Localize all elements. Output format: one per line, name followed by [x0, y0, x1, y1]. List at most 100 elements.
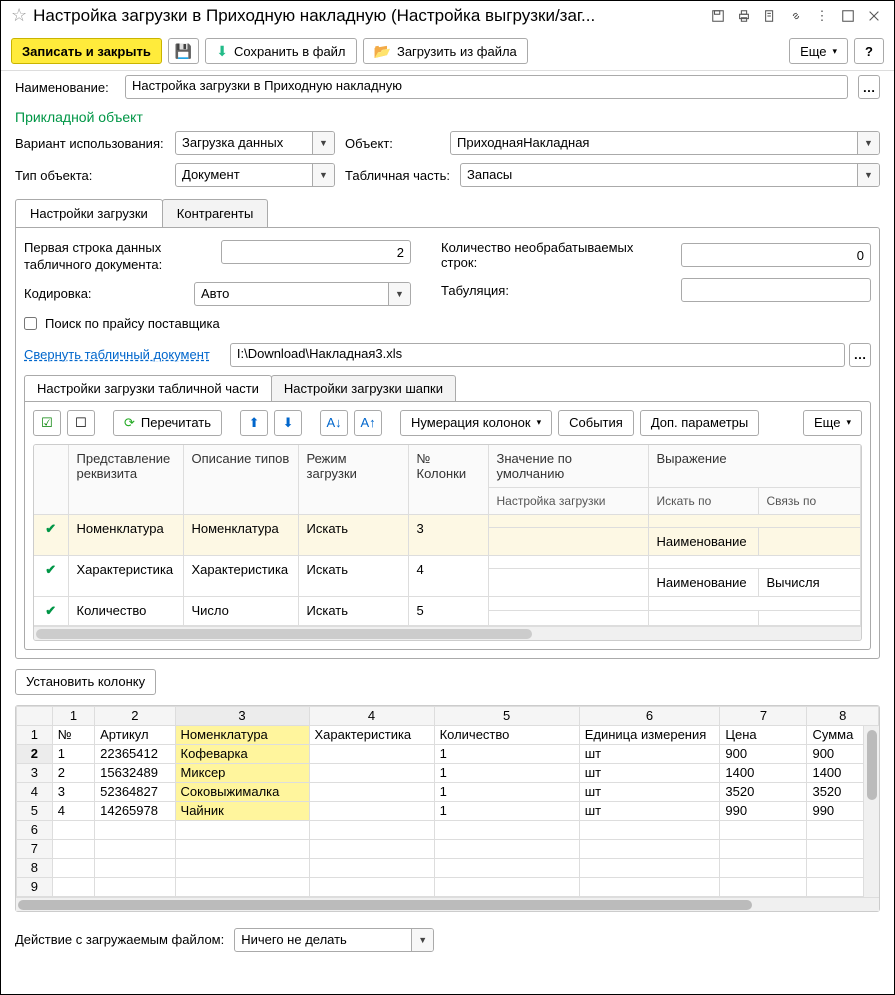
cell-type[interactable]: Характеристика: [183, 555, 298, 596]
sheet-cell[interactable]: 14265978: [95, 801, 175, 820]
cell-colnum[interactable]: 3: [408, 514, 488, 555]
sheet-cell[interactable]: 2: [52, 763, 94, 782]
cell-colnum[interactable]: 4: [408, 555, 488, 596]
sheet-cell[interactable]: Миксер: [175, 763, 309, 782]
more-button[interactable]: Еще ▾: [789, 38, 848, 64]
sheet-row-header[interactable]: 2: [17, 744, 53, 763]
sheet-cell[interactable]: Кофеварка: [175, 744, 309, 763]
file-path-input[interactable]: I:\Download\Накладная3.xls: [230, 343, 845, 367]
row-checkbox[interactable]: ✔: [34, 514, 68, 555]
sheet-cell[interactable]: 900: [720, 744, 807, 763]
save-to-file-button[interactable]: ⬇Сохранить в файл: [205, 38, 356, 64]
sheet-cell[interactable]: шт: [579, 744, 720, 763]
search-price-checkbox[interactable]: [24, 317, 37, 330]
chevron-down-icon[interactable]: ▼: [857, 164, 879, 186]
chevron-down-icon[interactable]: ▼: [411, 929, 433, 951]
sheet-cell[interactable]: [434, 839, 579, 858]
row-checkbox[interactable]: ✔: [34, 596, 68, 625]
uncheck-all-button[interactable]: ☐: [67, 410, 95, 436]
sheet-cell[interactable]: Артикул: [95, 725, 175, 744]
sheet-cell[interactable]: Соковыжималка: [175, 782, 309, 801]
sheet-cell[interactable]: шт: [579, 782, 720, 801]
grid-more-button[interactable]: Еще ▾: [803, 410, 862, 436]
reread-button[interactable]: ⟳ Перечитать: [113, 410, 222, 436]
chevron-down-icon[interactable]: ▼: [857, 132, 879, 154]
name-input[interactable]: Настройка загрузки в Приходную накладную: [125, 75, 848, 99]
chevron-down-icon[interactable]: ▼: [388, 283, 410, 305]
sheet-cell[interactable]: 15632489: [95, 763, 175, 782]
cell-searchby[interactable]: [648, 611, 758, 626]
encoding-select[interactable]: Авто▼: [194, 282, 411, 306]
sheet-row-header[interactable]: 4: [17, 782, 53, 801]
cell-represent[interactable]: Количество: [68, 596, 183, 625]
sheet-cell[interactable]: 1: [434, 801, 579, 820]
cell-represent[interactable]: Номенклатура: [68, 514, 183, 555]
cell-loadsetting[interactable]: [488, 611, 648, 626]
sheet-cell[interactable]: [309, 744, 434, 763]
sheet-hscroll[interactable]: [16, 897, 879, 911]
report-icon[interactable]: [760, 6, 780, 26]
sheet-cell[interactable]: 990: [720, 801, 807, 820]
cell-colnum[interactable]: 5: [408, 596, 488, 625]
events-button[interactable]: События: [558, 410, 634, 436]
set-column-button[interactable]: Установить колонку: [15, 669, 156, 695]
sheet-col-header[interactable]: 3: [175, 706, 309, 725]
sheet-col-header[interactable]: 5: [434, 706, 579, 725]
print-icon[interactable]: [734, 6, 754, 26]
sheet-col-header[interactable]: 8: [807, 706, 879, 725]
minimize-window-icon[interactable]: [838, 6, 858, 26]
help-button[interactable]: ?: [854, 38, 884, 64]
sheet-cell[interactable]: [95, 877, 175, 896]
sheet-cell[interactable]: 3520: [720, 782, 807, 801]
sort-asc-button[interactable]: A↓: [320, 410, 348, 436]
sheet-cell[interactable]: [720, 858, 807, 877]
name-picker[interactable]: …: [858, 75, 880, 99]
collapse-doc-link[interactable]: Свернуть табличный документ: [24, 347, 210, 362]
cell-expr[interactable]: [648, 514, 861, 527]
sheet-cell[interactable]: [579, 820, 720, 839]
save-icon[interactable]: [708, 6, 728, 26]
numcols-button[interactable]: Нумерация колонок ▾: [400, 410, 552, 436]
sheet-cell[interactable]: шт: [579, 801, 720, 820]
sheet-cell[interactable]: 1: [434, 782, 579, 801]
subtab-table-part[interactable]: Настройки загрузки табличной части: [24, 375, 272, 401]
cell-loadsetting[interactable]: [488, 568, 648, 596]
sheet-cell[interactable]: [434, 858, 579, 877]
sheet-cell[interactable]: [720, 877, 807, 896]
cell-default[interactable]: [488, 596, 648, 611]
sheet-cell[interactable]: [309, 877, 434, 896]
cell-expr[interactable]: [648, 555, 861, 568]
sheet-cell[interactable]: Цена: [720, 725, 807, 744]
sheet-cell[interactable]: 4: [52, 801, 94, 820]
sheet-cell[interactable]: [95, 820, 175, 839]
sheet-cell[interactable]: [309, 801, 434, 820]
file-action-select[interactable]: Ничего не делать▼: [234, 928, 434, 952]
move-down-button[interactable]: ⬇: [274, 410, 302, 436]
sheet-cell[interactable]: 1: [434, 744, 579, 763]
sheet-cell[interactable]: [52, 820, 94, 839]
cell-linkby[interactable]: [758, 611, 861, 626]
cell-linkby[interactable]: [758, 527, 861, 555]
tablepart-select[interactable]: Запасы▼: [460, 163, 880, 187]
sheet-cell[interactable]: [720, 820, 807, 839]
sheet-cell[interactable]: №: [52, 725, 94, 744]
cell-type[interactable]: Номенклатура: [183, 514, 298, 555]
sheet-row-header[interactable]: 1: [17, 725, 53, 744]
sheet-cell[interactable]: 1: [434, 763, 579, 782]
check-all-button[interactable]: ☑: [33, 410, 61, 436]
link-icon[interactable]: [786, 6, 806, 26]
save-close-button[interactable]: Записать и закрыть: [11, 38, 162, 64]
sheet-cell[interactable]: [95, 839, 175, 858]
cell-expr[interactable]: [648, 596, 861, 611]
sheet-col-header[interactable]: 6: [579, 706, 720, 725]
cell-mode[interactable]: Искать: [298, 596, 408, 625]
sheet-cell[interactable]: [309, 763, 434, 782]
sheet-cell[interactable]: [175, 839, 309, 858]
sheet-col-header[interactable]: 2: [95, 706, 175, 725]
cell-default[interactable]: [488, 555, 648, 568]
sheet-vscroll[interactable]: [863, 726, 879, 897]
sheet-cell[interactable]: Характеристика: [309, 725, 434, 744]
sheet-cell[interactable]: 52364827: [95, 782, 175, 801]
cell-searchby[interactable]: Наименование: [648, 527, 758, 555]
sheet-cell[interactable]: [95, 858, 175, 877]
